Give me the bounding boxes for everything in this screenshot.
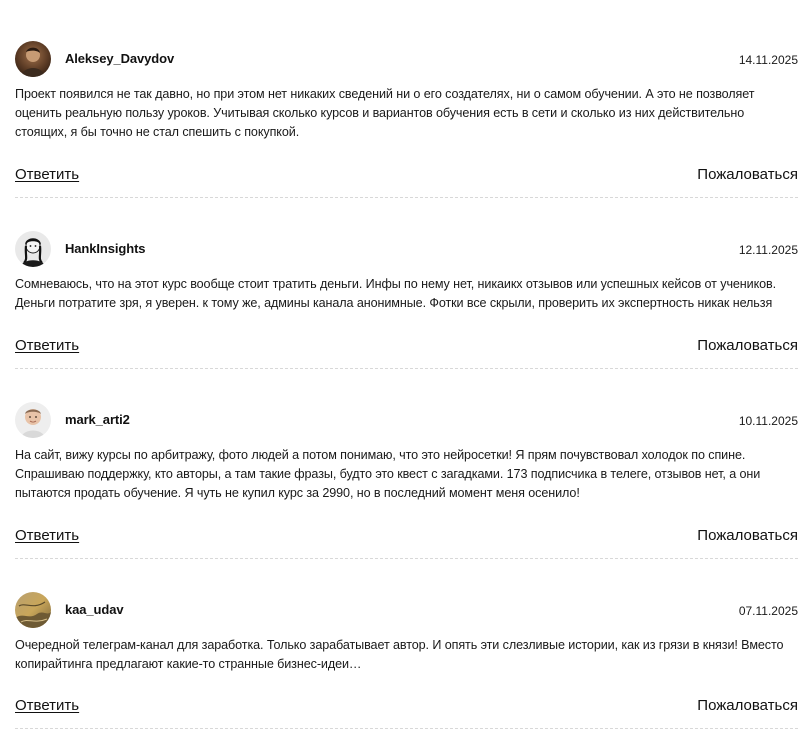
review-actions: Ответить Пожаловаться xyxy=(15,336,798,356)
user-photo-icon xyxy=(15,402,51,438)
author-name[interactable]: Aleksey_Davydov xyxy=(65,50,174,68)
report-link[interactable]: Пожаловаться xyxy=(697,165,798,185)
review-date: 12.11.2025 xyxy=(738,243,798,257)
review-text: На сайт, вижу курсы по арбитражу, фото л… xyxy=(15,448,761,500)
review-text: Очередной телеграм-канал для заработка. … xyxy=(15,638,784,671)
reply-link[interactable]: Ответить xyxy=(15,336,79,356)
report-link[interactable]: Пожаловаться xyxy=(697,526,798,546)
review-actions: Ответить Пожаловаться xyxy=(15,165,798,185)
review-date: 10.11.2025 xyxy=(738,414,798,428)
author-name[interactable]: mark_arti2 xyxy=(65,411,130,429)
reply-link[interactable]: Ответить xyxy=(15,696,79,716)
divider xyxy=(15,558,798,559)
report-link[interactable]: Пожаловаться xyxy=(697,336,798,356)
review-text: Сомневаюсь, что на этот курс вообще стои… xyxy=(15,277,777,310)
divider xyxy=(15,197,798,198)
reply-link[interactable]: Ответить xyxy=(15,526,79,546)
review-actions: Ответить Пожаловаться xyxy=(15,696,798,716)
review-date: 14.11.2025 xyxy=(738,53,798,67)
review-item: Aleksey_Davydov 14.11.2025 Проект появил… xyxy=(15,41,798,198)
review-item: mark_arti2 10.11.2025 На сайт, вижу курс… xyxy=(15,402,798,559)
report-link[interactable]: Пожаловаться xyxy=(697,696,798,716)
review-header: kaa_udav 07.11.2025 xyxy=(15,592,798,628)
review-header: HankInsights 12.11.2025 xyxy=(15,231,798,267)
avatar[interactable] xyxy=(15,231,51,267)
author-name[interactable]: HankInsights xyxy=(65,240,146,258)
review-header: mark_arti2 10.11.2025 xyxy=(15,402,798,438)
reviews-feed: Aleksey_Davydov 14.11.2025 Проект появил… xyxy=(0,0,809,732)
user-photo-icon xyxy=(15,592,51,628)
review-header: Aleksey_Davydov 14.11.2025 xyxy=(15,41,798,77)
review-text: Проект появился не так давно, но при это… xyxy=(15,87,755,139)
author-name[interactable]: kaa_udav xyxy=(65,601,124,619)
divider xyxy=(15,728,798,729)
review-actions: Ответить Пожаловаться xyxy=(15,526,798,546)
review-date: 07.11.2025 xyxy=(738,604,798,618)
avatar[interactable] xyxy=(15,592,51,628)
avatar[interactable] xyxy=(15,41,51,77)
divider xyxy=(15,368,798,369)
avatar[interactable] xyxy=(15,402,51,438)
user-photo-icon xyxy=(15,231,51,267)
review-item: kaa_udav 07.11.2025 Очередной телеграм-к… xyxy=(15,592,798,730)
user-photo-icon xyxy=(15,41,51,77)
review-item: HankInsights 12.11.2025 Сомневаюсь, что … xyxy=(15,231,798,369)
reply-link[interactable]: Ответить xyxy=(15,165,79,185)
